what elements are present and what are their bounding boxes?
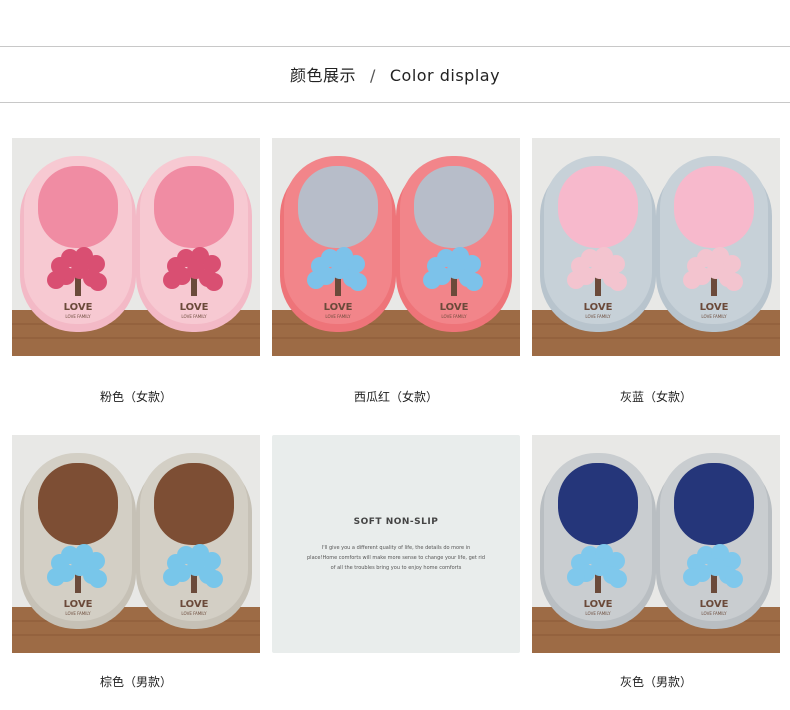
slipper-photo: LOVELOVE FAMILYLOVELOVE FAMILY <box>12 435 260 653</box>
tree-leaf <box>567 271 585 289</box>
print-love-text: LOVE <box>700 302 729 313</box>
product-image-grey-blue[interactable]: LOVE LOVE FAMILY LOVE LOVE FAMILY <box>532 138 780 356</box>
tree-leaf <box>47 271 65 289</box>
title-separator: / <box>369 66 376 85</box>
print-love-text: LOVE <box>180 302 209 313</box>
tree-leaf <box>205 273 223 291</box>
slipper-lining <box>674 166 754 248</box>
product-caption-pink: 粉色（女款） <box>99 390 172 404</box>
tree-leaf <box>725 273 743 291</box>
info-card-title: SOFT NON-SLIP <box>353 517 439 527</box>
print-family-text: LOVE FAMILY <box>65 314 91 319</box>
product-caption-brown: 棕色（男款） <box>99 675 172 689</box>
tree-leaf <box>609 273 627 291</box>
slipper-photo: LOVELOVE FAMILYLOVELOVE FAMILY <box>12 138 260 356</box>
print-family-text: LOVE FAMILY <box>585 314 611 319</box>
print-family-text: LOVE FAMILY <box>325 314 351 319</box>
product-image-watermelon-red[interactable]: LOVE LOVE FAMILY LOVE LOVE FAMILY <box>272 138 520 356</box>
print-love-text: LOVE <box>64 599 93 610</box>
slipper-lining <box>154 166 234 248</box>
slipper-lining <box>38 463 118 545</box>
header-top-rule <box>0 46 790 47</box>
print-family-text: LOVE FAMILY <box>181 314 207 319</box>
page-title: 颜色展示 / Color display <box>0 62 790 86</box>
slipper-lining <box>154 463 234 545</box>
tree-leaf <box>683 271 701 289</box>
tree-leaf <box>163 568 181 586</box>
info-card: SOFT NON-SLIP I'll give you a different … <box>272 435 520 653</box>
slipper-lining <box>298 166 378 248</box>
slipper-lining <box>414 166 494 248</box>
title-en: Color display <box>389 66 501 85</box>
product-caption-grey-blue: 灰蓝（女款） <box>619 390 692 404</box>
slipper-lining <box>558 166 638 248</box>
print-love-text: LOVE <box>584 599 613 610</box>
print-love-text: LOVE <box>584 302 613 313</box>
info-card-text: I'll give you a different quality of lif… <box>307 545 485 571</box>
tree-leaf <box>423 271 441 289</box>
print-love-text: LOVE <box>324 302 353 313</box>
tree-leaf <box>725 570 743 588</box>
print-love-text: LOVE <box>64 302 93 313</box>
product-image-pink[interactable]: LOVE LOVE FAMILY LOVE LOVE FAMILY <box>12 138 260 356</box>
tree-leaf <box>349 273 367 291</box>
product-image-brown[interactable]: LOVE LOVE FAMILY LOVE LOVE FAMILY <box>12 435 260 653</box>
title-cn: 颜色展示 <box>289 66 356 85</box>
print-family-text: LOVE FAMILY <box>181 611 207 616</box>
tree-leaf <box>609 570 627 588</box>
print-love-text: LOVE <box>440 302 469 313</box>
tree-leaf <box>567 568 585 586</box>
tree-leaf <box>89 273 107 291</box>
tree-leaf <box>89 570 107 588</box>
product-caption-watermelon-red: 西瓜红（女款） <box>353 390 438 404</box>
print-family-text: LOVE FAMILY <box>701 611 727 616</box>
tree-leaf <box>47 568 65 586</box>
print-love-text: LOVE <box>180 599 209 610</box>
product-image-grey[interactable]: LOVE LOVE FAMILY LOVE LOVE FAMILY <box>532 435 780 653</box>
slipper-photo: LOVELOVE FAMILYLOVELOVE FAMILY <box>532 435 780 653</box>
tree-leaf <box>205 570 223 588</box>
tree-leaf <box>307 271 325 289</box>
print-family-text: LOVE FAMILY <box>701 314 727 319</box>
slipper-lining <box>674 463 754 545</box>
tree-leaf <box>163 271 181 289</box>
print-love-text: LOVE <box>700 599 729 610</box>
slipper-photo: LOVELOVE FAMILYLOVELOVE FAMILY <box>532 138 780 356</box>
tree-leaf <box>465 273 483 291</box>
slipper-lining <box>38 166 118 248</box>
slipper-lining <box>558 463 638 545</box>
print-family-text: LOVE FAMILY <box>585 611 611 616</box>
product-caption-grey: 灰色（男款） <box>619 675 692 689</box>
tree-leaf <box>683 568 701 586</box>
print-family-text: LOVE FAMILY <box>65 611 91 616</box>
print-family-text: LOVE FAMILY <box>441 314 467 319</box>
header-bottom-rule <box>0 102 790 103</box>
slipper-photo: LOVELOVE FAMILYLOVELOVE FAMILY <box>272 138 520 356</box>
